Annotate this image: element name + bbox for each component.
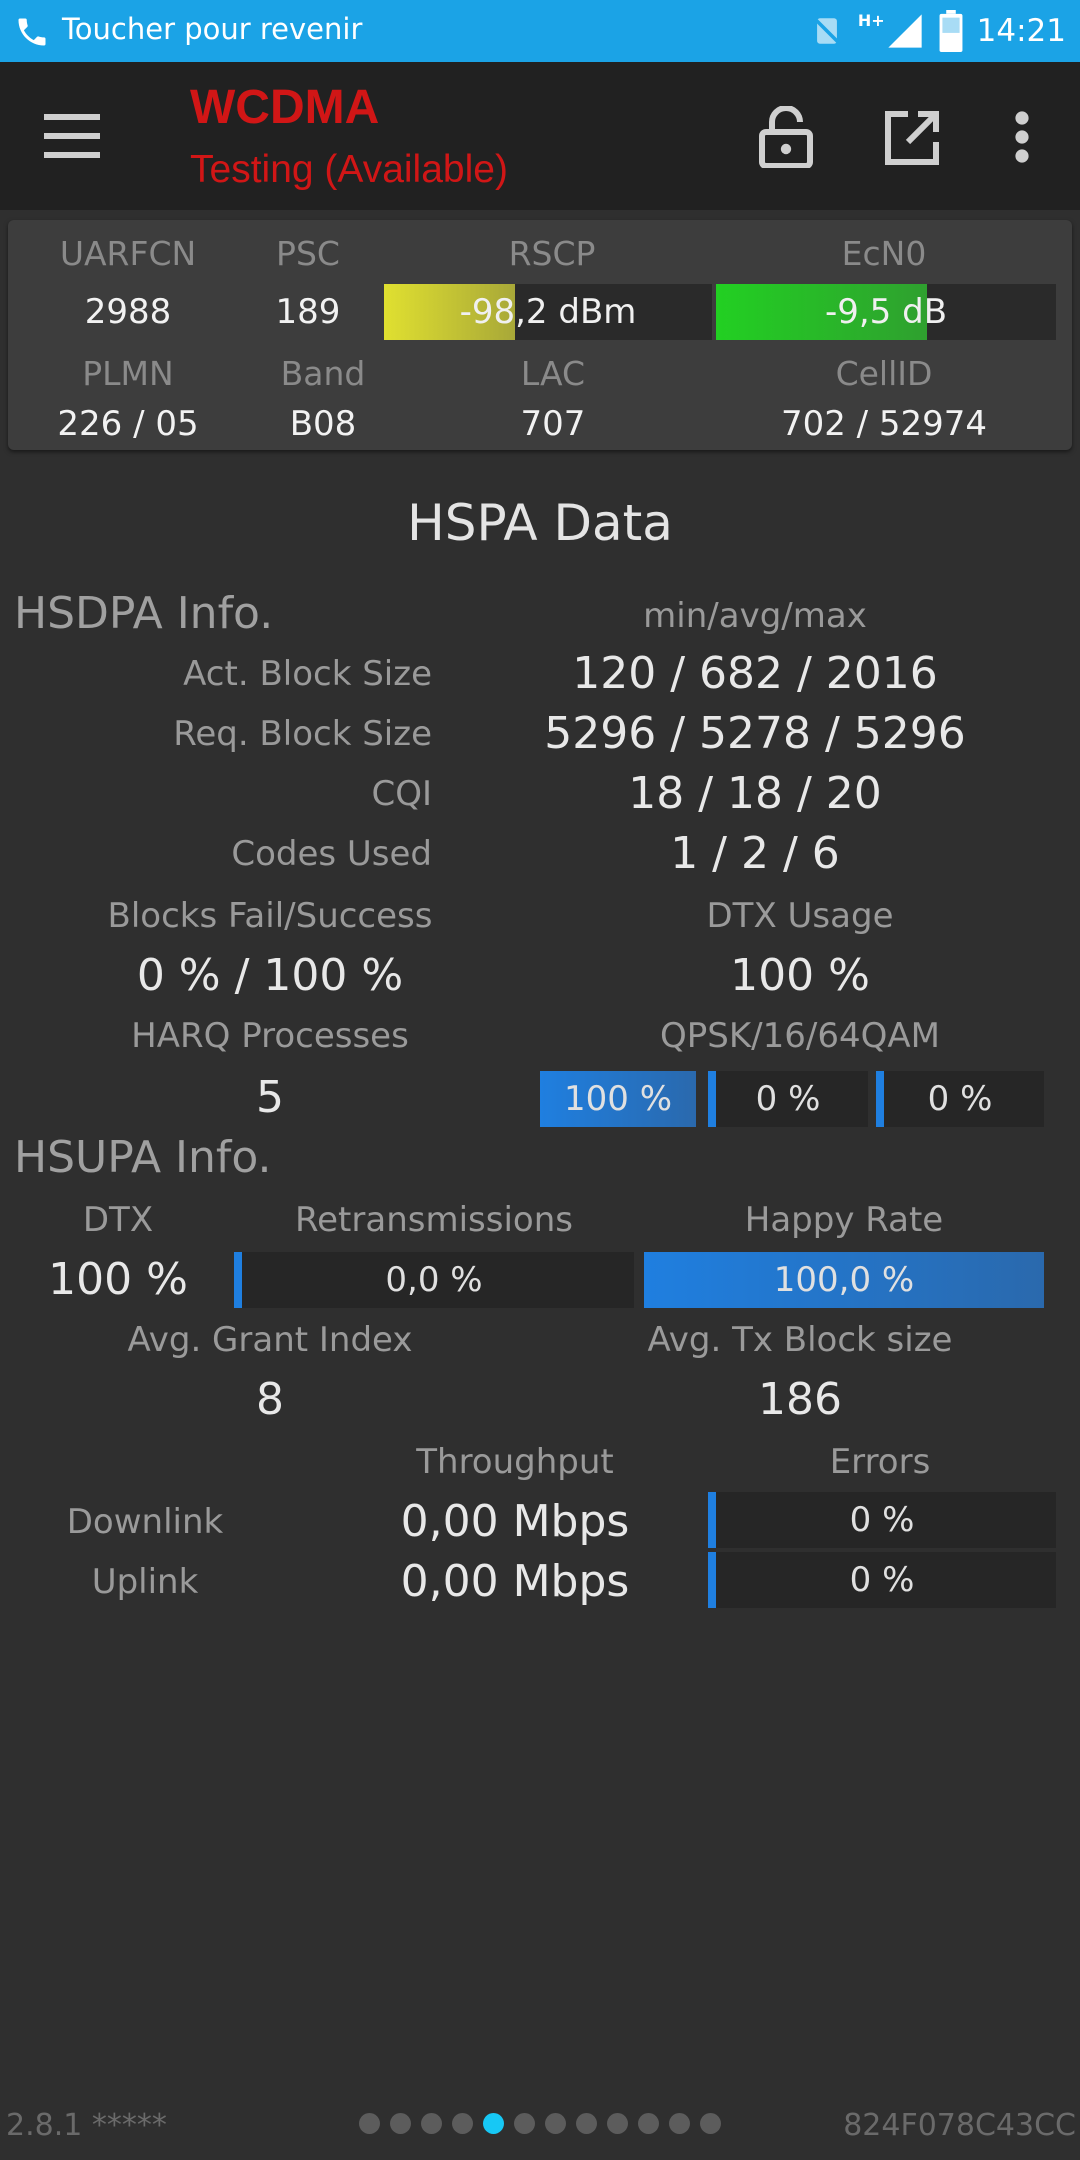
psc-value: 189 <box>275 292 341 332</box>
avg-tx-block-size-label: Avg. Tx Block size <box>647 1320 953 1360</box>
more-vert-icon[interactable] <box>1010 110 1034 164</box>
page-dot[interactable] <box>421 2113 442 2134</box>
harq-processes-label: HARQ Processes <box>131 1016 409 1056</box>
plmn-label: PLMN <box>82 354 174 393</box>
cellid-label: CellID <box>835 354 933 393</box>
rscp-value: -98,2 dBm <box>459 292 637 332</box>
device-id: 824F078C43CC <box>843 2108 1076 2143</box>
retransmissions-value: 0,0 % <box>385 1260 483 1300</box>
signal-icon <box>887 14 922 48</box>
cqi-label: CQI <box>371 774 432 814</box>
section-title: HSPA Data <box>407 494 673 552</box>
happy-rate-bar: 100,0 % <box>644 1252 1044 1308</box>
ecn0-value: -9,5 dB <box>824 292 948 332</box>
ecn0-label: EcN0 <box>841 234 927 273</box>
cqi-value: 18 / 18 / 20 <box>628 768 882 819</box>
return-to-call-text[interactable]: Toucher pour revenir <box>62 12 362 46</box>
menu-icon[interactable] <box>44 114 100 158</box>
hsupa-dtx-label: DTX <box>82 1200 154 1240</box>
lac-label: LAC <box>520 354 586 393</box>
happy-rate-label: Happy Rate <box>744 1200 944 1240</box>
act-block-size-label: Act. Block Size <box>183 654 432 694</box>
status-subtitle: Testing (Available) <box>190 148 508 191</box>
errors-header: Errors <box>829 1442 931 1482</box>
downlink-errors-value: 0 % <box>849 1500 915 1540</box>
page-dot[interactable] <box>514 2113 535 2134</box>
qam16-bar: 0 % <box>708 1071 868 1127</box>
clock: 14:21 <box>976 13 1066 49</box>
uplink-throughput-value: 0,00 Mbps <box>400 1556 630 1607</box>
plmn-value: 226 / 05 <box>57 404 199 444</box>
minavgmax-header: min/avg/max <box>643 596 867 636</box>
qam-label: QPSK/16/64QAM <box>660 1016 940 1056</box>
band-label: Band <box>280 354 366 393</box>
uarfcn-label: UARFCN <box>59 234 197 273</box>
lock-open-icon[interactable] <box>758 106 814 168</box>
uarfcn-value: 2988 <box>84 292 172 332</box>
ecn0-meter: -9,5 dB <box>716 284 1056 340</box>
qam64-bar: 0 % <box>876 1071 1044 1127</box>
retransmissions-label: Retransmissions <box>295 1200 573 1240</box>
uplink-label: Uplink <box>91 1562 199 1602</box>
uplink-errors-value: 0 % <box>849 1560 915 1600</box>
network-type-label: H+ <box>857 10 885 30</box>
rscp-label: RSCP <box>508 234 596 273</box>
blocks-fail-success-value: 0 % / 100 % <box>136 950 404 1001</box>
page-dot[interactable] <box>638 2113 659 2134</box>
downlink-throughput-value: 0,00 Mbps <box>400 1496 630 1547</box>
downlink-label: Downlink <box>66 1502 224 1542</box>
cell-info-panel: UARFCN PSC RSCP EcN0 2988 189 -98,2 dBm … <box>8 220 1072 450</box>
technology-title: WCDMA <box>190 81 380 134</box>
retransmissions-bar: 0,0 % <box>234 1252 634 1308</box>
act-block-size-value: 120 / 682 / 2016 <box>572 648 938 699</box>
hsupa-heading: HSUPA Info. <box>14 1132 272 1183</box>
open-external-icon[interactable] <box>882 108 942 168</box>
harq-processes-value: 5 <box>256 1072 284 1123</box>
qpsk-value: 100 % <box>563 1079 672 1119</box>
req-block-size-value: 5296 / 5278 / 5296 <box>544 708 966 759</box>
cellid-value: 702 / 52974 <box>780 404 988 444</box>
qpsk-bar: 100 % <box>540 1071 696 1127</box>
hsupa-dtx-value: 100 % <box>48 1254 188 1305</box>
avg-tx-block-size-value: 186 <box>758 1374 842 1425</box>
psc-label: PSC <box>276 234 340 273</box>
throughput-header: Throughput <box>416 1442 614 1482</box>
page-dot[interactable] <box>359 2113 380 2134</box>
blocks-fail-success-label: Blocks Fail/Success <box>107 896 433 936</box>
page-dot[interactable] <box>452 2113 473 2134</box>
qam16-value: 0 % <box>755 1079 821 1119</box>
battery-icon <box>939 10 963 52</box>
qam64-value: 0 % <box>927 1079 993 1119</box>
rscp-meter: -98,2 dBm <box>384 284 712 340</box>
downlink-errors-bar: 0 % <box>708 1492 1056 1548</box>
req-block-size-label: Req. Block Size <box>173 714 432 754</box>
codes-used-value: 1 / 2 / 6 <box>670 828 840 879</box>
phone-icon <box>18 18 46 46</box>
page-dot[interactable] <box>700 2113 721 2134</box>
lac-value: 707 <box>520 404 586 444</box>
hsdpa-heading: HSDPA Info. <box>14 588 274 639</box>
page-dot[interactable] <box>545 2113 566 2134</box>
codes-used-label: Codes Used <box>231 834 432 874</box>
page-dot[interactable] <box>607 2113 628 2134</box>
page-dot[interactable] <box>390 2113 411 2134</box>
app-bar: WCDMA Testing (Available) <box>0 62 1080 210</box>
dtx-usage-value: 100 % <box>730 950 870 1001</box>
page-dot[interactable] <box>576 2113 597 2134</box>
avg-grant-index-label: Avg. Grant Index <box>127 1320 413 1360</box>
page-dot[interactable] <box>483 2113 504 2134</box>
band-value: B08 <box>289 404 357 444</box>
status-bar[interactable]: Toucher pour revenir H+ 14:21 <box>0 0 1080 62</box>
happy-rate-value: 100,0 % <box>773 1260 915 1300</box>
vibrate-off-icon <box>812 16 841 46</box>
uplink-errors-bar: 0 % <box>708 1552 1056 1608</box>
dtx-usage-label: DTX Usage <box>706 896 894 936</box>
avg-grant-index-value: 8 <box>256 1374 284 1425</box>
page-dot[interactable] <box>669 2113 690 2134</box>
